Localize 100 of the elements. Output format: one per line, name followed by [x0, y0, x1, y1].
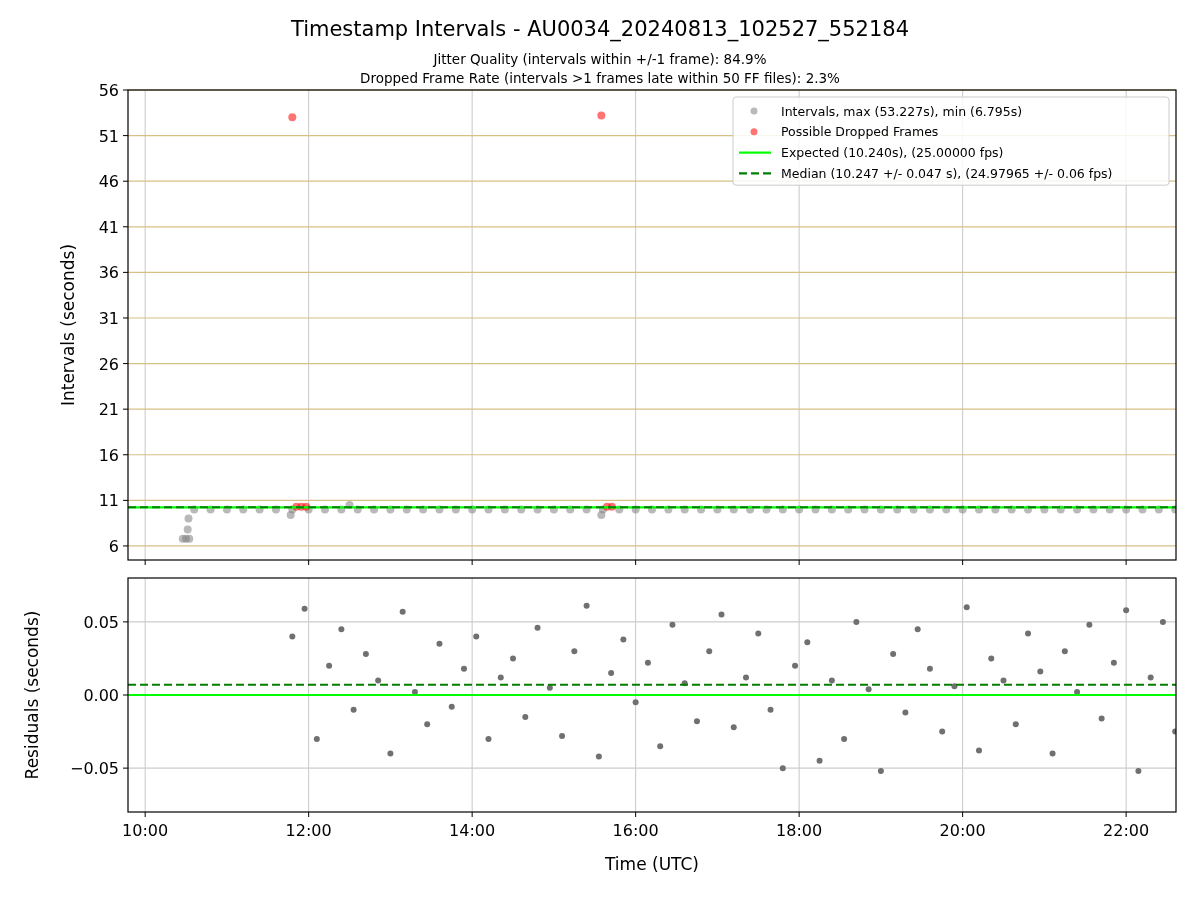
- data-point: [239, 505, 248, 514]
- data-point: [411, 689, 418, 696]
- data-point: [338, 626, 345, 633]
- data-point: [902, 709, 909, 716]
- data-point: [1086, 621, 1093, 628]
- data-point: [1159, 618, 1166, 625]
- data-point: [288, 113, 297, 122]
- data-point: [419, 505, 428, 514]
- data-point: [860, 505, 869, 514]
- data-point: [473, 633, 480, 640]
- data-point: [853, 618, 860, 625]
- data-point: [549, 505, 558, 514]
- data-point: [468, 505, 477, 514]
- data-point: [939, 728, 946, 735]
- data-point: [292, 502, 301, 511]
- tick-label: 6: [108, 536, 119, 556]
- data-point: [976, 747, 982, 754]
- data-point: [1123, 607, 1130, 614]
- legend-label: Expected (10.240s), (25.00000 fps): [781, 145, 1004, 161]
- data-point: [1007, 505, 1016, 514]
- data-point: [909, 505, 918, 514]
- data-point: [988, 655, 995, 662]
- data-point: [743, 674, 749, 681]
- data-point: [350, 706, 357, 713]
- data-point: [926, 665, 933, 672]
- data-point: [301, 605, 308, 612]
- data-point: [313, 735, 320, 742]
- data-point: [206, 505, 215, 514]
- data-point: [183, 525, 192, 534]
- data-point: [321, 505, 329, 514]
- data-point: [1037, 668, 1044, 675]
- data-point: [828, 677, 835, 684]
- tick-label: 0.05: [83, 612, 119, 632]
- tick-label: 56: [98, 81, 119, 100]
- legend-line-icon: [739, 151, 771, 154]
- axis-label: Residuals (seconds): [22, 610, 42, 780]
- data-point: [706, 648, 713, 655]
- data-point: [546, 684, 553, 691]
- data-point: [1122, 505, 1131, 514]
- data-point: [620, 636, 627, 643]
- data-point: [1089, 505, 1098, 514]
- data-point: [1000, 677, 1007, 684]
- data-point: [1098, 715, 1105, 722]
- data-point: [762, 505, 771, 514]
- data-point: [271, 505, 280, 514]
- data-point: [451, 505, 460, 514]
- data-point: [424, 721, 431, 728]
- data-point: [399, 608, 406, 615]
- legend-marker-icon: [750, 107, 758, 115]
- data-point: [746, 505, 755, 514]
- data-point: [644, 659, 651, 666]
- data-point: [286, 510, 295, 519]
- data-point: [877, 768, 884, 775]
- data-point: [583, 602, 590, 609]
- data-point: [1147, 674, 1154, 681]
- data-point: [792, 662, 799, 669]
- data-point: [304, 505, 313, 514]
- data-point: [534, 624, 541, 631]
- tick-label: 16:00: [612, 821, 659, 840]
- chart-subtitle: Jitter Quality (intervals within +/-1 frame): 84.9%: [433, 51, 767, 67]
- data-point: [582, 505, 591, 514]
- data-point: [597, 510, 606, 519]
- data-point: [571, 648, 578, 655]
- legend-label: Possible Dropped Frames: [781, 124, 939, 140]
- data-point: [841, 735, 848, 742]
- data-point: [289, 633, 296, 640]
- data-point: [222, 505, 231, 514]
- data-point: [607, 502, 616, 511]
- tick-label: 16: [98, 445, 119, 465]
- data-point: [608, 670, 615, 677]
- data-point: [865, 686, 872, 693]
- tick-label: 31: [98, 309, 119, 328]
- data-point: [597, 111, 606, 120]
- axis-label: Time (UTC): [605, 854, 699, 874]
- data-point: [1154, 505, 1163, 514]
- data-point: [755, 630, 762, 637]
- data-point: [914, 626, 921, 633]
- data-point: [1049, 750, 1056, 757]
- data-point: [566, 505, 575, 514]
- data-point: [302, 502, 311, 511]
- data-point: [387, 750, 394, 757]
- data-point: [353, 505, 362, 514]
- data-point: [500, 505, 509, 514]
- data-point: [795, 505, 804, 514]
- data-point: [963, 604, 970, 611]
- data-point: [991, 505, 1000, 514]
- data-point: [1172, 728, 1176, 735]
- figure-title: Timestamp Intervals - AU0034_20240813_102527_552184: [290, 17, 910, 41]
- data-point: [811, 505, 820, 514]
- data-point: [337, 505, 346, 514]
- data-point: [461, 665, 467, 672]
- tick-label: 21: [98, 400, 119, 420]
- data-point: [1073, 505, 1082, 514]
- data-point: [533, 505, 542, 514]
- data-point: [370, 505, 379, 514]
- data-point: [778, 505, 787, 514]
- legend-label: Intervals, max (53.227s), min (6.795s): [781, 103, 1023, 119]
- tick-label: 12:00: [285, 821, 332, 840]
- data-point: [1171, 505, 1176, 514]
- data-point: [436, 640, 443, 647]
